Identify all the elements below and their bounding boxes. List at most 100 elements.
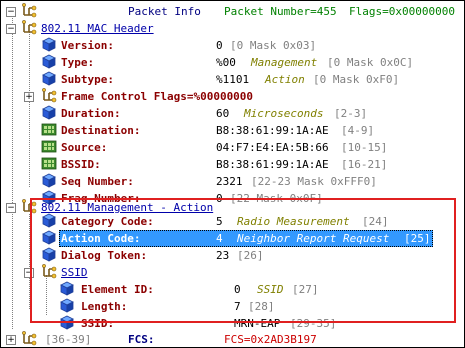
field-value: %00: [216, 56, 236, 69]
blue-cube-icon: [42, 173, 56, 188]
fcs-label: FCS:: [128, 333, 155, 346]
field-label: SSID:: [81, 317, 115, 330]
field-label: BSSID:: [61, 158, 101, 171]
section-title: 802.11 MAC Header: [41, 22, 154, 35]
blue-cube-icon: [60, 281, 74, 296]
tree-branch-icon: [21, 20, 37, 35]
field-value: 0: [216, 39, 223, 52]
expand-toggle[interactable]: +: [6, 335, 16, 345]
blue-cube-icon: [42, 54, 56, 69]
field-label: Frame Control Flags=%00000000: [61, 90, 254, 103]
packet-info-title: Packet Info: [128, 5, 201, 18]
blue-cube-icon: [42, 105, 56, 120]
field-row-dialog-token[interactable]: Dialog Token: 23 [26]: [1, 247, 464, 264]
blue-cube-icon: [42, 71, 56, 86]
field-value: B8:38:61:99:1A:AE: [216, 158, 329, 171]
field-mask: [28]: [248, 300, 275, 313]
field-label: Version:: [61, 39, 114, 52]
field-row-ssid[interactable]: SSID: MRN-EAP [29-35]: [1, 315, 464, 332]
packet-flags: Flags=0x00000000: [349, 5, 455, 18]
field-value: MRN-EAP: [234, 317, 281, 330]
field-mask: [24]: [362, 215, 389, 228]
field-value: 23: [216, 249, 230, 262]
field-label: Destination:: [61, 124, 141, 137]
field-row-seq-number[interactable]: Seq Number: 2321 [22-23 Mask 0xFFF0]: [1, 173, 464, 190]
field-row-length[interactable]: Length: 7 [28]: [1, 298, 464, 315]
blue-cube-icon: [42, 213, 56, 228]
field-mask: [16-21]: [341, 158, 388, 171]
decode-tree-pane: − Packet Info Packet Number=455 Flags=0x…: [0, 0, 465, 348]
field-mask: [26]: [237, 249, 264, 262]
field-row-type[interactable]: Type: %00 Management [0 Mask 0x0C]: [1, 54, 464, 71]
field-row-duration[interactable]: Duration: 60 Microseconds [2-3]: [1, 105, 464, 122]
blue-cube-icon: [42, 247, 56, 262]
ssid-subsection[interactable]: − SSID: [1, 264, 464, 281]
green-network-icon: [41, 157, 57, 170]
field-description: Neighbor Report Request: [237, 232, 390, 245]
field-description: Management: [251, 56, 318, 69]
field-value: 60: [216, 107, 230, 120]
collapse-toggle[interactable]: −: [6, 7, 16, 17]
field-row-source[interactable]: Source: 04:F7:E4:EA:5B:66 [10-15]: [1, 139, 464, 156]
tree-root-icon: [21, 3, 37, 18]
field-value: 2321: [216, 175, 243, 188]
field-description: Action: [265, 73, 305, 86]
expand-toggle[interactable]: +: [24, 92, 34, 102]
field-label: Duration:: [61, 107, 121, 120]
subsection-title: SSID: [61, 266, 88, 279]
field-mask: [29-35]: [290, 317, 337, 330]
field-label: Category Code:: [61, 215, 154, 228]
field-label: Length:: [81, 300, 128, 313]
tree-branch-icon: [41, 88, 57, 103]
field-row-bssid[interactable]: BSSID: B8:38:61:99:1A:AE [16-21]: [1, 156, 464, 173]
field-mask: [0 Mask 0x0C]: [327, 56, 414, 69]
blue-cube-icon: [42, 230, 56, 245]
packet-info-header-row[interactable]: − Packet Info Packet Number=455 Flags=0x…: [1, 3, 464, 20]
blue-cube-icon: [60, 315, 74, 330]
field-value: 4: [216, 232, 223, 245]
field-label: Element ID:: [81, 283, 154, 296]
field-value: B8:38:61:99:1A:AE: [216, 124, 329, 137]
tree-branch-icon: [41, 264, 57, 279]
tree-branch-icon: [21, 331, 37, 346]
field-row-category-code[interactable]: Category Code: 5 Radio Measurement [24]: [1, 213, 464, 230]
blue-cube-icon: [60, 298, 74, 313]
field-mask: [22-23 Mask 0xFFF0]: [251, 175, 377, 188]
field-label: Action Code:: [61, 232, 141, 245]
field-value: %1101: [216, 73, 250, 86]
field-mask: [4-9]: [341, 124, 375, 137]
collapse-toggle[interactable]: −: [6, 24, 16, 34]
mac-header-section[interactable]: − 802.11 MAC Header: [1, 20, 464, 37]
field-label: Dialog Token:: [61, 249, 148, 262]
field-label: Seq Number:: [61, 175, 134, 188]
field-row-action-code-selected[interactable]: Action Code: 4 Neighbor Report Request […: [1, 230, 464, 247]
collapse-toggle[interactable]: −: [6, 203, 16, 213]
field-mask: [10-15]: [341, 141, 388, 154]
field-label: Source:: [61, 141, 108, 154]
frame-control-flags-row[interactable]: + Frame Control Flags=%00000000: [1, 88, 464, 105]
field-row-version[interactable]: Version: 0 [0 Mask 0x03]: [1, 37, 464, 54]
field-value: 0: [234, 283, 241, 296]
field-row-element-id[interactable]: Element ID: 0 SSID [27]: [1, 281, 464, 298]
fcs-value: FCS=0x2AD3B197: [224, 333, 317, 346]
field-mask: [27]: [292, 283, 319, 296]
field-label: Subtype:: [61, 73, 114, 86]
field-value: 5: [216, 215, 223, 228]
field-value: 04:F7:E4:EA:5B:66: [216, 141, 329, 154]
green-network-icon: [41, 140, 57, 153]
field-description: Microseconds: [244, 107, 324, 120]
field-mask: [0 Mask 0xF0]: [313, 73, 400, 86]
field-description: SSID: [257, 283, 284, 296]
green-network-icon: [41, 123, 57, 136]
field-row-subtype[interactable]: Subtype: %1101 Action [0 Mask 0xF0]: [1, 71, 464, 88]
field-value: 7: [234, 300, 241, 313]
fcs-range: [36-39]: [45, 333, 92, 346]
fcs-row[interactable]: + [36-39] FCS: FCS=0x2AD3B197: [1, 331, 464, 348]
field-label: Type:: [61, 56, 95, 69]
collapse-toggle[interactable]: −: [24, 268, 34, 278]
field-mask: [2-3]: [334, 107, 368, 120]
blue-cube-icon: [42, 37, 56, 52]
field-row-destination[interactable]: Destination: B8:38:61:99:1A:AE [4-9]: [1, 122, 464, 139]
field-mask: [0 Mask 0x03]: [230, 39, 317, 52]
packet-number: Packet Number=455: [224, 5, 337, 18]
